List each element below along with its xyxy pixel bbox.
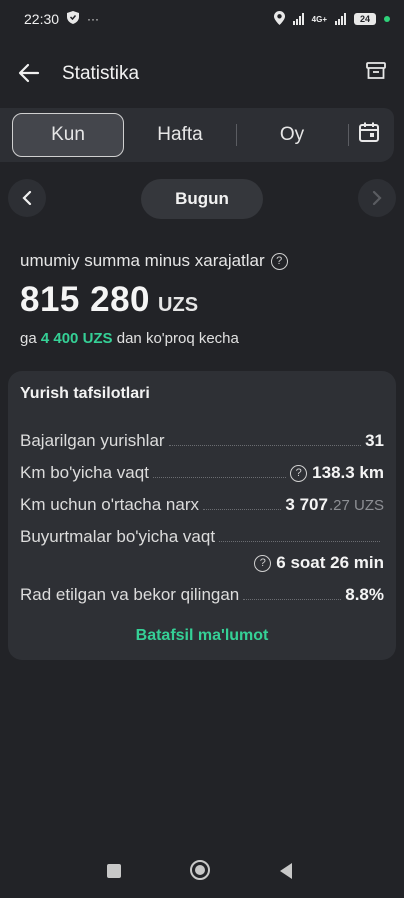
amount-value: 815 280 (20, 280, 151, 319)
dotted-leader (152, 476, 287, 478)
card-title: Yurish tafsilotlari (20, 385, 150, 402)
avg-price-main: 3 707 (285, 495, 328, 514)
comparison-text: ga 4 400 UZS dan ko'proq kecha (20, 330, 239, 347)
recent-apps-button[interactable] (107, 864, 121, 878)
calendar-button[interactable] (358, 121, 380, 148)
tab-day-label: Kun (51, 124, 85, 145)
summary-amount: 815 280 UZS (20, 280, 198, 320)
detail-value: 31 (365, 431, 384, 451)
order-time-value: 6 soat 26 min (276, 553, 384, 572)
avg-price-fraction: .27 UZS (328, 496, 384, 514)
app-bar: Statistika (0, 38, 404, 110)
date-navigation: Bugun (0, 179, 404, 219)
detail-value: 3 707.27 UZS (285, 495, 384, 515)
detail-value: ? 6 soat 26 min (254, 553, 384, 573)
detail-row: Bajarilgan yurishlar 31 (20, 427, 384, 451)
detail-value: ? 138.3 km (290, 463, 384, 483)
location-icon (273, 10, 285, 28)
detail-label: Bajarilgan yurishlar (20, 431, 165, 450)
battery-level: 24 (359, 14, 370, 24)
home-button[interactable] (190, 860, 210, 880)
signal-icon-2 (335, 13, 346, 25)
system-back-button[interactable] (280, 863, 292, 879)
page-title: Statistika (62, 63, 140, 84)
trip-details-card: Yurish tafsilotlari Bajarilgan yurishlar… (8, 371, 396, 660)
privacy-indicator-dot (384, 16, 390, 22)
calendar-icon (359, 122, 379, 142)
tab-month[interactable]: Oy (238, 114, 346, 156)
status-time: 22:30 (24, 11, 60, 27)
current-date-label: Bugun (175, 189, 229, 208)
status-bar: 22:30 ··· 4G+ 24 (0, 0, 404, 38)
cancel-rate-value: 8.8% (345, 585, 384, 604)
dotted-leader (203, 508, 282, 510)
archive-icon (366, 62, 386, 79)
detail-row: Km bo'yicha vaqt ? 138.3 km (20, 459, 384, 483)
current-date-pill[interactable]: Bugun (141, 179, 263, 219)
detail-label: Km bo'yicha vaqt (20, 463, 149, 482)
back-button[interactable] (18, 62, 42, 86)
completed-trips-value: 31 (365, 431, 384, 450)
detail-label: Rad etilgan va bekor qilingan (20, 585, 240, 604)
dotted-leader (219, 540, 380, 542)
detail-label: Buyurtmalar bo'yicha vaqt (20, 527, 216, 546)
detail-label: Km uchun o'rtacha narx (20, 495, 200, 514)
help-icon[interactable]: ? (254, 554, 272, 572)
more-details-link[interactable]: Batafsil ma'lumot (8, 627, 396, 645)
compare-prefix: ga (20, 330, 37, 347)
home-dot-icon (195, 865, 205, 875)
help-icon[interactable]: ? (290, 464, 308, 482)
previous-day-button[interactable] (8, 179, 46, 217)
chevron-left-icon (22, 191, 32, 205)
distance-value: 138.3 km (312, 463, 384, 482)
archive-button[interactable] (366, 62, 386, 85)
detail-row: Buyurtmalar bo'yicha vaqt (20, 523, 384, 547)
compare-value: 4 400 UZS (40, 330, 113, 347)
summary-label: umumiy summa minus xarajatlar ? (20, 251, 288, 271)
detail-row: Rad etilgan va bekor qilingan 8.8% (20, 581, 384, 605)
detail-row-value: ? 6 soat 26 min (20, 549, 384, 573)
shield-icon (67, 11, 80, 27)
tab-month-label: Oy (279, 124, 305, 145)
tab-week[interactable]: Hafta (126, 114, 234, 156)
detail-value: 8.8% (345, 585, 384, 605)
battery-icon: 24 (354, 13, 376, 25)
tab-divider (348, 124, 349, 146)
arrow-left-icon (18, 63, 40, 83)
tab-divider (236, 124, 237, 146)
detail-row: Km uchun o'rtacha narx 3 707.27 UZS (20, 491, 384, 515)
more-dots-icon: ··· (87, 12, 100, 26)
chevron-right-icon (372, 191, 382, 205)
signal-icon (292, 13, 304, 25)
tab-week-label: Hafta (157, 124, 203, 145)
period-selector: Kun Hafta Oy (0, 108, 394, 162)
system-nav-bar (0, 848, 404, 898)
tab-day[interactable]: Kun (12, 113, 124, 157)
dotted-leader (243, 598, 342, 600)
summary-label-text: umumiy summa minus xarajatlar (20, 251, 265, 270)
dotted-leader (168, 444, 362, 446)
amount-currency: UZS (158, 294, 199, 316)
next-day-button[interactable] (358, 179, 396, 217)
help-icon[interactable]: ? (270, 252, 288, 270)
network-type: 4G+ (311, 14, 327, 24)
compare-suffix: dan ko'proq kecha (116, 330, 239, 347)
